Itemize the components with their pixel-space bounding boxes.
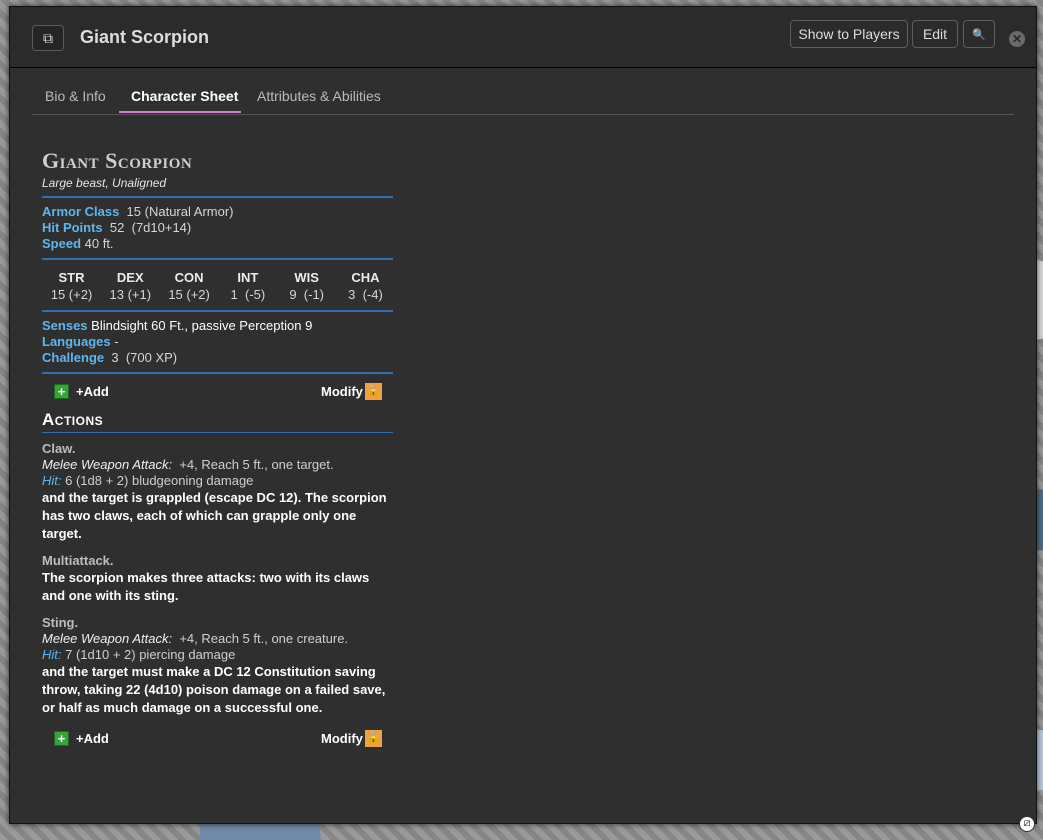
armor-class-value: 15	[126, 204, 142, 219]
ability-value: 15 (+2)	[168, 287, 210, 302]
ability-str[interactable]: STR 15 (+2)	[44, 270, 99, 302]
action-claw: Claw. Melee Weapon Attack: +4, Reach 5 f…	[42, 441, 393, 543]
lock-icon[interactable]: 🔒	[365, 730, 382, 747]
actions-controls: + +Add Modify 🔒	[42, 727, 393, 751]
action-hit: Hit: 7 (1d10 + 2) piercing damage	[42, 647, 393, 663]
ability-wis[interactable]: WIS 9 (-1)	[279, 270, 334, 302]
tab-character-sheet[interactable]: Character Sheet	[131, 88, 238, 104]
search-icon: 🔍	[972, 28, 986, 41]
active-tab-indicator	[119, 111, 241, 113]
ability-scores: STR 15 (+2) DEX 13 (+1) CON 15 (+2) INT …	[42, 266, 393, 304]
attack-type: Melee Weapon Attack:	[42, 457, 173, 472]
search-button[interactable]: 🔍	[963, 20, 995, 48]
plus-icon[interactable]: +	[54, 731, 69, 746]
speed-value: 40 ft.	[84, 236, 114, 251]
ability-value: 9 (-1)	[289, 287, 325, 302]
speed-row: Speed 40 ft.	[42, 236, 393, 252]
ability-name: INT	[237, 270, 259, 285]
attack-detail[interactable]: +4, Reach 5 ft., one target.	[179, 457, 333, 472]
action-attack: Melee Weapon Attack: +4, Reach 5 ft., on…	[42, 457, 393, 473]
action-description: and the target must make a DC 12 Constit…	[42, 664, 386, 715]
popout-icon: ⧉	[43, 29, 53, 46]
hit-label: Hit:	[42, 647, 62, 662]
popout-button[interactable]: ⧉	[32, 25, 64, 51]
tab-bio-info[interactable]: Bio & Info	[45, 88, 106, 104]
hit-detail[interactable]: 6 (1d8 + 2) bludgeoning damage	[65, 473, 253, 488]
languages-value: -	[114, 334, 119, 349]
senses-value: Blindsight 60 Ft., passive Perception 9	[91, 318, 313, 333]
action-name[interactable]: Claw.	[42, 441, 393, 457]
challenge-value: 3	[111, 350, 119, 365]
challenge-xp: (700 XP)	[125, 350, 178, 365]
divider	[42, 372, 393, 374]
ability-name: CHA	[351, 270, 380, 285]
divider	[42, 310, 393, 312]
ability-name: STR	[58, 270, 85, 285]
languages-label[interactable]: Languages	[42, 334, 111, 349]
add-trait-button[interactable]: +Add	[76, 384, 109, 399]
hit-points-value: 52	[109, 220, 125, 235]
hit-label: Hit:	[42, 473, 62, 488]
hit-points-label[interactable]: Hit Points	[42, 220, 103, 235]
tab-bar: Bio & Info Character Sheet Attributes & …	[32, 68, 1014, 115]
tab-attributes-abilities[interactable]: Attributes & Abilities	[257, 88, 381, 104]
traits-controls: + +Add Modify 🔒	[42, 380, 393, 404]
senses-label[interactable]: Senses	[42, 318, 88, 333]
monster-name: Giant Scorpion	[42, 148, 193, 173]
challenge-label[interactable]: Challenge	[42, 350, 104, 365]
add-action-button[interactable]: +Add	[76, 731, 109, 746]
dialog-titlebar[interactable]: ⧉ Giant Scorpion Show to Players Edit 🔍 …	[10, 7, 1036, 68]
character-dialog: ⧉ Giant Scorpion Show to Players Edit 🔍 …	[9, 6, 1037, 824]
action-name[interactable]: Multiattack.	[42, 553, 393, 569]
ability-dex[interactable]: DEX 13 (+1)	[103, 270, 158, 302]
divider	[42, 196, 393, 198]
action-multiattack: Multiattack. The scorpion makes three at…	[42, 553, 393, 605]
action-name[interactable]: Sting.	[42, 615, 393, 631]
attack-detail[interactable]: +4, Reach 5 ft., one creature.	[179, 631, 348, 646]
ability-value: 15 (+2)	[50, 287, 93, 302]
languages-row: Languages -	[42, 334, 393, 350]
hit-points-dice[interactable]: (7d10+14)	[132, 220, 192, 235]
ability-cha[interactable]: CHA 3 (-4)	[338, 270, 393, 302]
stat-block: Giant Scorpion Large beast, Unaligned Ar…	[42, 148, 393, 751]
ability-con[interactable]: CON 15 (+2)	[162, 270, 217, 302]
challenge-row: Challenge 3 (700 XP)	[42, 350, 393, 366]
divider	[42, 258, 393, 260]
armor-class-row: Armor Class 15 (Natural Armor)	[42, 204, 393, 220]
ability-value: 13 (+1)	[109, 287, 152, 302]
dialog-title: Giant Scorpion	[80, 27, 210, 47]
speed-label[interactable]: Speed	[42, 236, 81, 251]
attack-type: Melee Weapon Attack:	[42, 631, 173, 646]
action-attack: Melee Weapon Attack: +4, Reach 5 ft., on…	[42, 631, 393, 647]
ability-name: WIS	[294, 270, 319, 285]
action-description: and the target is grappled (escape DC 12…	[42, 490, 387, 541]
resize-handle-icon[interactable]: ⧄	[1019, 816, 1035, 832]
lock-icon[interactable]: 🔒	[365, 383, 382, 400]
monster-subtitle: Large beast, Unaligned	[42, 176, 167, 190]
actions-heading: Actions	[42, 410, 393, 433]
show-to-players-button[interactable]: Show to Players	[790, 20, 908, 48]
close-icon[interactable]: ✕	[1009, 31, 1025, 47]
modify-traits-button[interactable]: Modify	[321, 384, 363, 399]
ability-value: 3 (-4)	[348, 287, 383, 302]
edit-button[interactable]: Edit	[912, 20, 958, 48]
armor-class-note: (Natural Armor)	[144, 204, 234, 219]
ability-int[interactable]: INT 1 (-5)	[220, 270, 275, 302]
armor-class-label[interactable]: Armor Class	[42, 204, 119, 219]
hit-detail[interactable]: 7 (1d10 + 2) piercing damage	[65, 647, 235, 662]
action-hit: Hit: 6 (1d8 + 2) bludgeoning damage	[42, 473, 393, 489]
hit-points-row: Hit Points 52 (7d10+14)	[42, 220, 393, 236]
action-description: The scorpion makes three attacks: two wi…	[42, 570, 370, 603]
action-sting: Sting. Melee Weapon Attack: +4, Reach 5 …	[42, 615, 393, 717]
senses-row: Senses Blindsight 60 Ft., passive Percep…	[42, 318, 393, 334]
ability-value: 1 (-5)	[230, 287, 266, 302]
modify-actions-button[interactable]: Modify	[321, 731, 363, 746]
dialog-content: Bio & Info Character Sheet Attributes & …	[10, 68, 1036, 823]
ability-name: DEX	[116, 270, 144, 285]
plus-icon[interactable]: +	[54, 384, 69, 399]
ability-name: CON	[174, 270, 204, 285]
